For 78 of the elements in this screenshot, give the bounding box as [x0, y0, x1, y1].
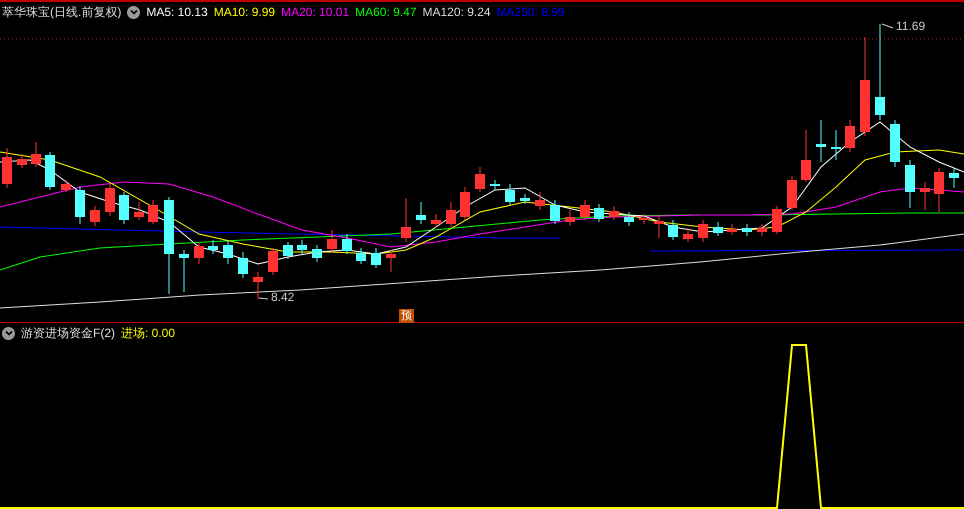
candlestick	[401, 198, 411, 242]
candlestick	[342, 234, 352, 254]
candlestick	[772, 206, 782, 234]
chevron-down-icon	[4, 328, 14, 338]
candlestick	[119, 192, 129, 224]
candlestick	[2, 148, 12, 188]
candlestick	[446, 202, 456, 228]
moving-average-value: MA120: 9.24	[422, 5, 491, 19]
candlestick	[327, 230, 337, 252]
moving-average-value: MA60: 9.47	[355, 5, 416, 19]
candlestick	[134, 202, 144, 220]
candlestick	[148, 200, 158, 224]
candlestick	[639, 214, 649, 224]
candlestick	[757, 224, 767, 236]
candlestick	[654, 216, 664, 238]
candlestick	[698, 220, 708, 242]
candlestick	[905, 160, 915, 208]
candlestick	[105, 184, 115, 216]
candlestick	[845, 120, 855, 152]
candlestick	[268, 248, 278, 276]
candlestick	[90, 206, 100, 226]
moving-average-value: MA20: 10.01	[281, 5, 350, 19]
forecast-marker: 预	[399, 309, 414, 323]
candlestick	[565, 210, 575, 226]
candlestick	[831, 130, 841, 160]
candlestick	[713, 222, 723, 236]
candlestick	[920, 182, 930, 210]
candlestick	[816, 120, 826, 162]
chevron-down-icon	[128, 7, 139, 17]
candlestick	[535, 192, 545, 210]
candlestick	[238, 252, 248, 278]
candlestick	[416, 202, 426, 224]
candlestick	[668, 220, 678, 240]
candlestick	[609, 206, 619, 220]
candlestick	[356, 248, 366, 264]
candlestick	[61, 180, 71, 192]
candlestick	[787, 176, 797, 210]
candlestick	[550, 200, 560, 224]
candlestick	[490, 180, 500, 190]
candlestick	[683, 228, 693, 242]
dropdown-button[interactable]	[2, 326, 15, 340]
dropdown-button[interactable]	[127, 6, 140, 18]
candlestick	[801, 130, 811, 182]
candlestick	[890, 120, 900, 168]
candlestick	[45, 152, 55, 190]
candlestick	[17, 154, 27, 168]
moving-average-value: MA5: 10.13	[146, 5, 208, 19]
moving-average-value: MA250: 8.99	[496, 5, 565, 19]
candlestick	[520, 194, 530, 204]
candlestick	[371, 248, 381, 268]
candlestick	[594, 204, 604, 222]
candlestick	[312, 244, 322, 262]
candlestick	[194, 242, 204, 264]
candlestick	[727, 224, 737, 236]
indicator-title: 游资进场资金F(2)	[21, 324, 115, 342]
candlestick	[934, 168, 944, 212]
candlestick	[179, 250, 189, 292]
candlestick	[475, 166, 485, 192]
candlestick	[505, 184, 515, 206]
stock-title: 萃华珠宝(日线.前复权)	[2, 4, 122, 20]
candlestick	[253, 272, 263, 300]
candlestick	[208, 240, 218, 254]
candlestick	[580, 200, 590, 220]
candlestick	[624, 212, 634, 226]
moving-average-value: MA10: 9.99	[214, 5, 276, 19]
candlestick	[297, 240, 307, 254]
candlestick	[283, 242, 293, 260]
candlestick	[386, 250, 396, 272]
candlestick	[460, 186, 470, 220]
candlestick	[75, 186, 85, 224]
candlestick	[949, 168, 959, 188]
candlestick	[31, 142, 41, 168]
candlestick	[742, 224, 752, 236]
candlestick	[223, 240, 233, 264]
candlestick	[431, 214, 441, 228]
indicator-value: 进场: 0.00	[121, 324, 176, 342]
high-price-label: 11.69	[896, 19, 926, 33]
low-price-label: 8.42	[271, 290, 294, 304]
